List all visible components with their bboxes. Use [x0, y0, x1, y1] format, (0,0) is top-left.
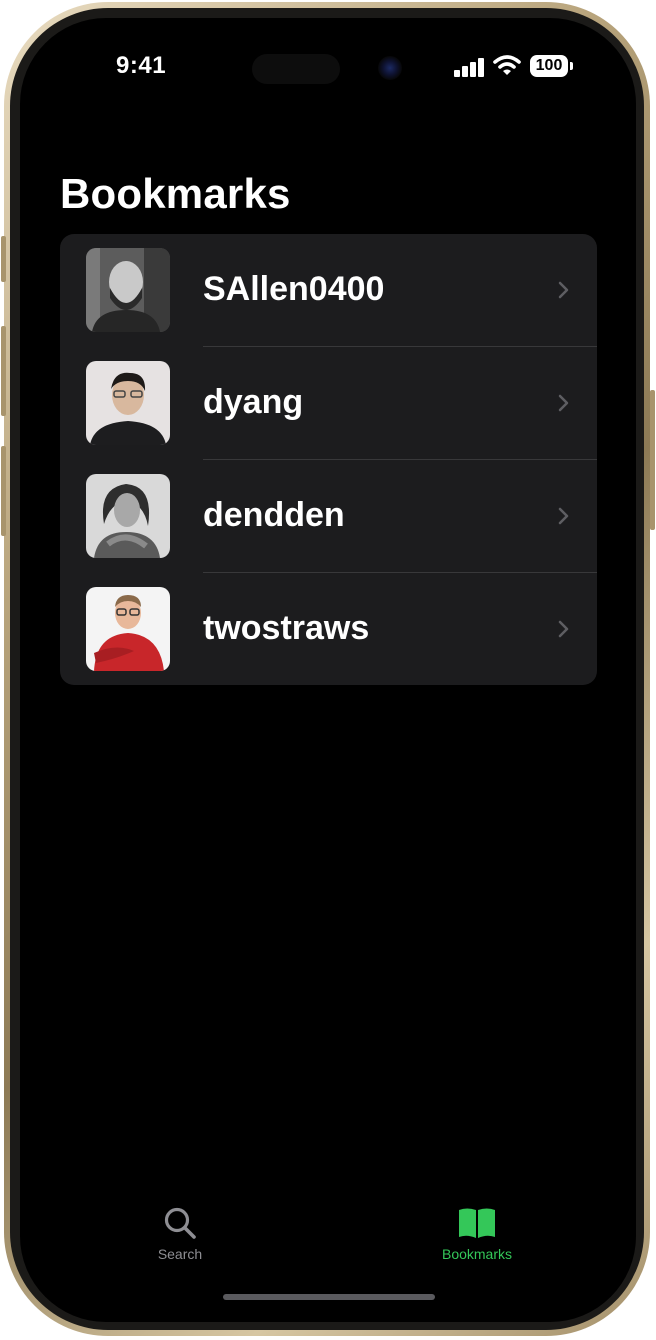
chevron-right-icon: [558, 281, 569, 299]
wifi-icon: [493, 55, 521, 75]
page-title: Bookmarks: [60, 170, 291, 217]
volume-down-button: [1, 446, 6, 536]
avatar: [86, 474, 170, 558]
tab-search[interactable]: Search: [110, 1206, 250, 1262]
status-time: 9:41: [116, 52, 167, 79]
list-item[interactable]: twostraws: [60, 573, 597, 685]
action-button: [1, 236, 6, 282]
bookmark-username: dendden: [203, 496, 345, 534]
battery-tip: [570, 62, 573, 70]
list-item[interactable]: dyang: [60, 347, 597, 460]
bookmark-username: SAllen0400: [203, 270, 385, 308]
front-camera: [378, 56, 402, 80]
power-button: [650, 390, 655, 530]
tab-search-label: Search: [157, 1246, 203, 1262]
avatar: [86, 248, 170, 332]
bookmarks-list: SAllen0400 dyang dendden twostraws: [60, 234, 597, 685]
list-item[interactable]: SAllen0400: [60, 234, 597, 347]
book-icon: [459, 1208, 495, 1238]
search-icon: [164, 1207, 196, 1239]
avatar: [86, 361, 170, 445]
dynamic-island: [252, 54, 340, 84]
tab-bookmarks[interactable]: Bookmarks: [407, 1206, 547, 1262]
app-screen: 9:41 100 Bookmarks SAllen0400 dyang dend…: [20, 18, 636, 1322]
battery-icon: 100: [530, 55, 568, 77]
chevron-right-icon: [558, 620, 569, 638]
cellular-signal-icon: [454, 57, 484, 77]
tab-bookmarks-label: Bookmarks: [441, 1246, 513, 1262]
chevron-right-icon: [558, 394, 569, 412]
bookmark-username: dyang: [203, 383, 304, 421]
chevron-right-icon: [558, 507, 569, 525]
list-item[interactable]: dendden: [60, 460, 597, 573]
bookmark-username: twostraws: [203, 609, 370, 647]
home-indicator[interactable]: [223, 1294, 435, 1300]
avatar: [86, 587, 170, 671]
volume-up-button: [1, 326, 6, 416]
